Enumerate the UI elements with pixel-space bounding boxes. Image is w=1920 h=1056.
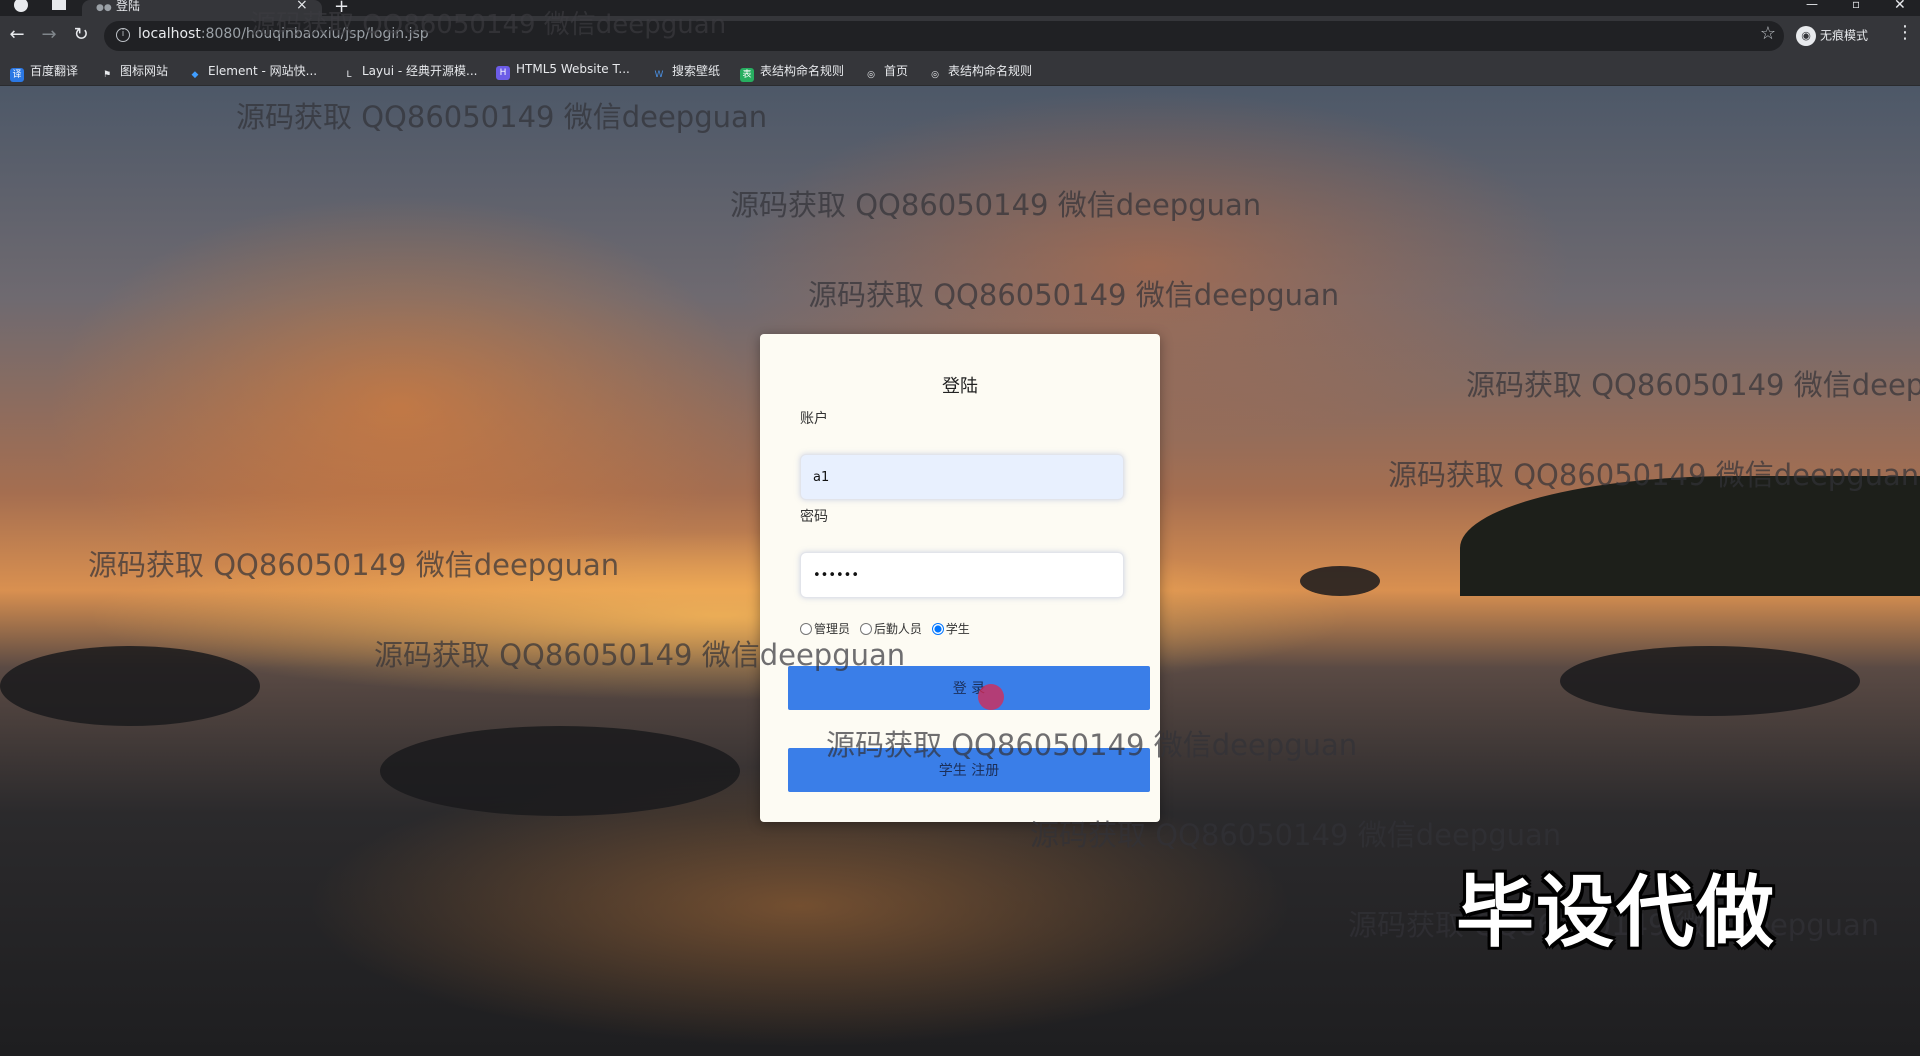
incognito-indicator[interactable]: ◉ 无痕模式 [1796,26,1868,46]
watermark: 源码获取 QQ86050149 微信deepguan [88,548,620,582]
bookmark-favicon-icon: H [496,66,510,80]
background-rock [1300,566,1380,596]
bookmark-favicon-icon: ◆ [191,70,199,80]
bookmark-item[interactable]: 表表结构命名规则 [740,62,844,82]
cursor-click-indicator [978,684,1004,710]
incognito-label: 无痕模式 [1820,28,1869,43]
overlay-caption: 毕设代做 [1456,868,1777,958]
watermark: 源码获取 QQ86050149 微信deepguan [374,638,906,672]
password-label: 密码 [800,509,828,525]
bookmark-favicon-icon: 表 [740,68,754,82]
tab-title: 登陆 [116,0,141,13]
close-window-icon[interactable]: ✕ [1894,0,1906,13]
bookmark-favicon-icon: ◎ [931,70,939,80]
maximize-icon[interactable]: ▫ [1852,0,1860,11]
minimize-icon[interactable]: — [1806,0,1818,11]
watermark: 源码获取 QQ86050149 微信deepguan [250,10,727,40]
role-option-student[interactable]: 学生 [931,622,970,636]
bookmark-item[interactable]: H HTML5 Website T... [496,62,630,80]
background-rock [380,726,740,816]
account-input[interactable] [800,454,1124,500]
bookmark-favicon-icon: L [346,70,352,80]
incognito-icon: ◉ [1796,26,1816,46]
watermark: 源码获取 QQ86050149 微信deepguan [236,100,768,134]
forward-icon[interactable]: → [38,24,60,46]
bookmark-item[interactable]: ◎ 首页 [864,62,908,82]
watermark: 源码获取 QQ86050149 微信deepguan [1466,368,1920,402]
password-input[interactable] [800,552,1124,598]
watermark: 源码获取 QQ86050149 微信deepguan [826,728,1358,762]
watermark: 源码获取 QQ86050149 微信deepguan [730,188,1262,222]
watermark: 源码获取 QQ86050149 微信deepguan [1030,818,1562,852]
browser-menu-icon[interactable]: ⋮ [1896,22,1914,43]
chrome-logo-icon [14,0,28,12]
login-title: 登陆 [942,376,978,397]
bookmark-favicon-icon: ⚑ [102,70,112,80]
site-info-icon[interactable]: i [116,28,130,42]
bookmark-favicon-icon: W [654,70,664,80]
bookmark-favicon-icon: ◎ [867,70,875,80]
bookmark-star-icon[interactable]: ☆ [1760,23,1776,44]
bookmarks-bar: 译百度翻译 ⚑ 图标网站 ◆ Element - 网站快... L Layui - 经… [0,56,1920,86]
back-icon[interactable]: ← [6,24,28,46]
bookmark-item[interactable]: L Layui - 经典开源模... [342,62,477,82]
background-rock [1560,646,1860,716]
account-label: 账户 [800,411,828,427]
background-rock [0,646,260,726]
bookmark-item[interactable]: 译百度翻译 [10,62,78,82]
reload-icon[interactable]: ↻ [70,24,92,46]
role-radio-student[interactable] [931,623,944,635]
watermark: 源码获取 QQ86050149 微信deepguan [808,278,1340,312]
tab-search-icon[interactable] [52,0,66,10]
bookmark-favicon-icon: 译 [10,68,24,82]
watermark: 源码获取 QQ86050149 微信deepguan [1388,458,1920,492]
bookmark-item[interactable]: ⚑ 图标网站 [100,62,168,82]
bookmark-item[interactable]: ◆ Element - 网站快... [188,62,318,82]
bookmark-item[interactable]: W 搜索壁纸 [652,62,720,82]
tab-favicon-icon: ●● [96,3,112,13]
background-hill [1460,476,1920,596]
bookmark-item[interactable]: ◎ 表结构命名规则 [928,62,1032,82]
